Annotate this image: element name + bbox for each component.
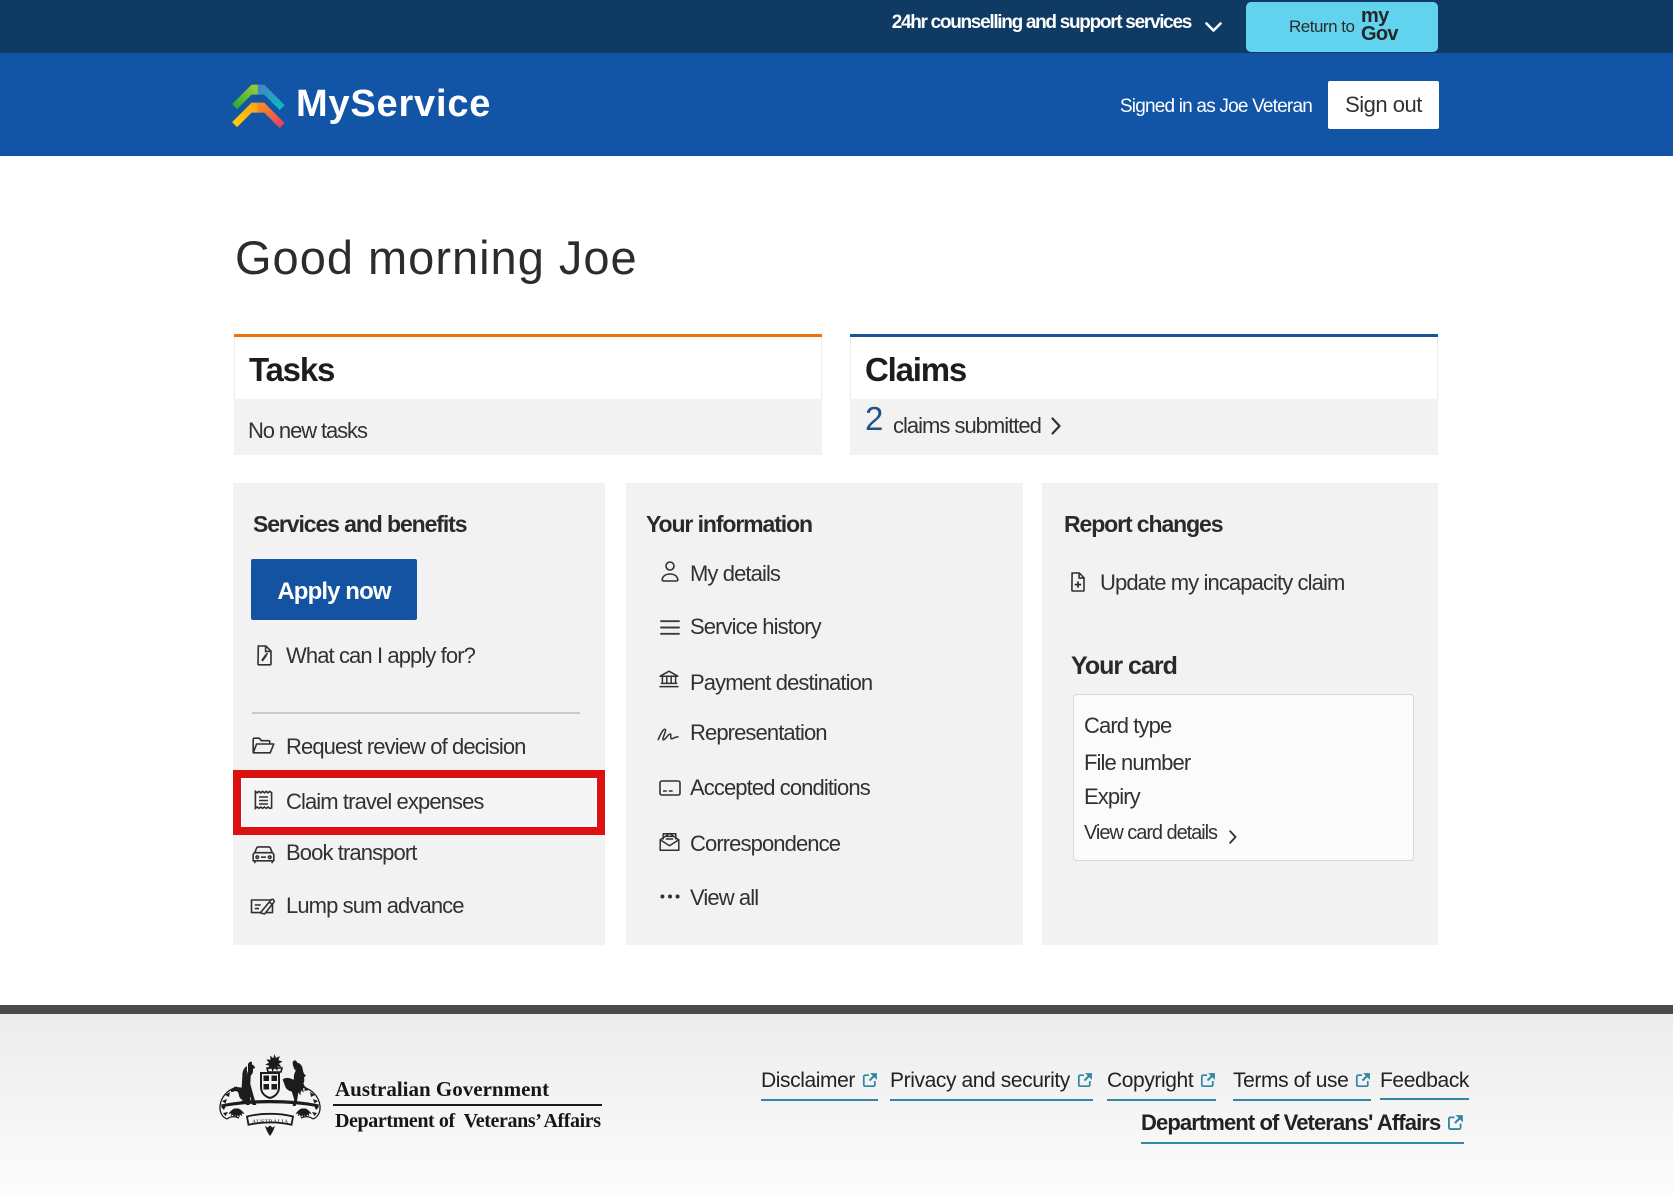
svg-text:AUSTRALIA: AUSTRALIA [252,1119,289,1126]
